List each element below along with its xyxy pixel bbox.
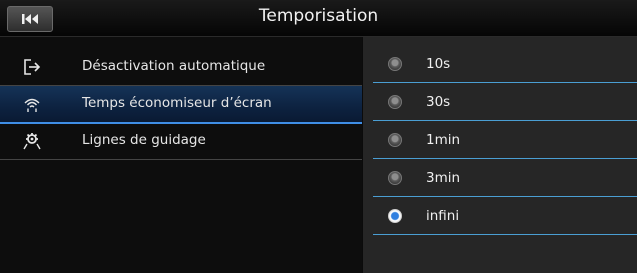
option-3min[interactable]: 3min bbox=[363, 160, 637, 197]
option-label: 10s bbox=[426, 56, 451, 72]
divider bbox=[373, 158, 637, 159]
radio-button[interactable] bbox=[388, 57, 402, 71]
menu-item-guidelines[interactable]: Lignes de guidage bbox=[0, 123, 362, 160]
option-infini[interactable]: infini bbox=[363, 198, 637, 235]
option-label: 30s bbox=[426, 94, 451, 110]
menu-item-label: Lignes de guidage bbox=[82, 132, 206, 148]
signal-screensaver-icon bbox=[24, 98, 40, 112]
option-10s[interactable]: 10s bbox=[363, 46, 637, 83]
option-1min[interactable]: 1min bbox=[363, 122, 637, 159]
radio-button[interactable] bbox=[388, 95, 402, 109]
radio-button-selected[interactable] bbox=[388, 209, 402, 223]
options-panel: 10s 30s 1min 3min infini bbox=[363, 37, 637, 273]
option-label: 3min bbox=[426, 170, 461, 186]
header-bar: Temporisation bbox=[0, 0, 637, 37]
divider bbox=[373, 82, 637, 83]
exit-door-icon bbox=[24, 59, 41, 75]
radio-button[interactable] bbox=[388, 171, 402, 185]
menu-item-screensaver-time[interactable]: Temps économiseur d’écran bbox=[0, 86, 362, 124]
guidelines-car-icon bbox=[23, 133, 41, 150]
menu-item-label: Temps économiseur d’écran bbox=[82, 95, 272, 111]
page-title: Temporisation bbox=[258, 6, 379, 26]
divider bbox=[373, 196, 637, 197]
menu-item-label: Désactivation automatique bbox=[82, 58, 266, 74]
option-30s[interactable]: 30s bbox=[363, 84, 637, 121]
divider bbox=[373, 120, 637, 121]
menu-item-auto-deactivation[interactable]: Désactivation automatique bbox=[0, 49, 362, 86]
settings-menu: Désactivation automatique Temps économis… bbox=[0, 37, 362, 273]
divider bbox=[373, 234, 637, 235]
radio-button[interactable] bbox=[388, 133, 402, 147]
option-label: infini bbox=[426, 208, 460, 224]
option-label: 1min bbox=[426, 132, 461, 148]
